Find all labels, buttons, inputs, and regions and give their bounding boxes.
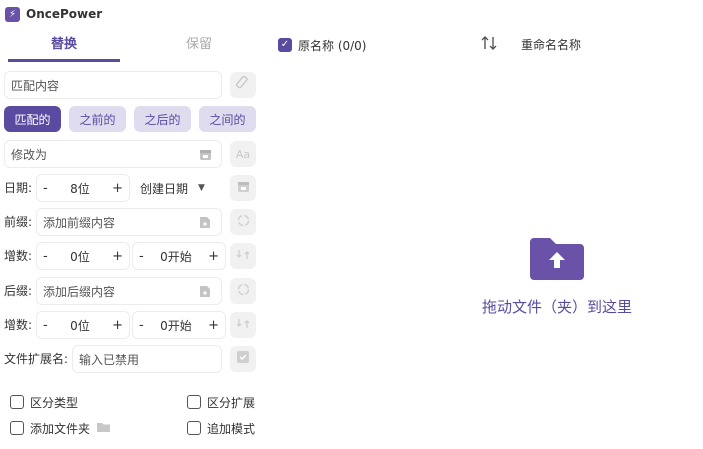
- append-mode-label: 追加模式: [207, 421, 256, 436]
- clear-match-button[interactable]: [230, 72, 256, 98]
- mode-after-button[interactable]: 之后的: [134, 106, 191, 132]
- drop-zone[interactable]: 拖动文件（夹）到这里: [470, 236, 644, 326]
- prefix-increment-row: 增数: - 0位 + - 0开始 +: [4, 242, 258, 270]
- distinguish-type-label: 区分类型: [30, 395, 79, 410]
- suffix-digits-value: 0位: [70, 318, 90, 333]
- suffix-digits-increment-button[interactable]: +: [112, 318, 123, 333]
- date-label: 日期:: [4, 181, 33, 195]
- prefix-start-value: 0开始: [160, 249, 192, 264]
- date-row: 日期: - 8位 + 创建日期 ▼: [4, 174, 258, 202]
- mode-matched-button[interactable]: 匹配的: [4, 106, 61, 132]
- suffix-start-increment-button[interactable]: +: [208, 318, 219, 333]
- prefix-digits-value: 0位: [70, 249, 90, 264]
- date-decrement-button[interactable]: -: [43, 181, 48, 196]
- calendar-icon: [237, 180, 250, 197]
- app-title: OncePower: [26, 7, 103, 21]
- prefix-start-decrement-button[interactable]: -: [139, 249, 144, 264]
- insert-date-button[interactable]: [230, 175, 256, 201]
- file-icon[interactable]: [198, 215, 212, 229]
- swap-icon: [236, 247, 251, 266]
- append-mode-checkbox[interactable]: 追加模式: [187, 419, 255, 437]
- suffix-input[interactable]: 添加后缀内容: [36, 277, 222, 305]
- extension-input-placeholder: 输入已禁用: [79, 352, 140, 367]
- sort-icon[interactable]: [480, 34, 498, 56]
- mode-before-button[interactable]: 之前的: [69, 106, 126, 132]
- suffix-start-stepper[interactable]: - 0开始 +: [132, 311, 226, 339]
- file-icon[interactable]: [198, 284, 212, 298]
- extension-enable-toggle[interactable]: [230, 346, 256, 372]
- suffix-sort-button[interactable]: [230, 312, 256, 338]
- add-folder-label: 添加文件夹: [30, 421, 91, 436]
- modify-input-placeholder: 修改为: [11, 147, 48, 162]
- modify-input[interactable]: 修改为: [4, 140, 222, 168]
- refresh-prefix-button[interactable]: [230, 209, 256, 235]
- drop-hint-text: 拖动文件（夹）到这里: [481, 298, 632, 316]
- suffix-digits-stepper[interactable]: - 0位 +: [36, 311, 130, 339]
- refresh-icon: [236, 282, 251, 301]
- check-square-icon: [236, 350, 250, 368]
- suffix-increment-label: 增数:: [4, 318, 33, 332]
- extension-label: 文件扩展名:: [4, 352, 69, 366]
- add-folder-checkbox[interactable]: 添加文件夹: [10, 419, 111, 437]
- date-type-select[interactable]: 创建日期 ▼: [140, 174, 205, 202]
- suffix-start-value: 0开始: [160, 318, 192, 333]
- prefix-start-stepper[interactable]: - 0开始 +: [132, 242, 226, 270]
- prefix-increment-label: 增数:: [4, 249, 33, 263]
- mode-tabs: 替换 保留: [4, 32, 258, 62]
- match-row: 匹配内容: [4, 71, 258, 99]
- tab-replace[interactable]: 替换: [8, 32, 120, 62]
- refresh-suffix-button[interactable]: [230, 278, 256, 304]
- rename-name-header: 重命名名称: [521, 38, 582, 52]
- folder-upload-icon[interactable]: [528, 236, 586, 282]
- distinguish-ext-label: 区分扩展: [207, 395, 256, 410]
- prefix-digits-stepper[interactable]: - 0位 +: [36, 242, 130, 270]
- prefix-label: 前缀:: [4, 215, 33, 229]
- prefix-row: 前缀: 添加前缀内容: [4, 208, 258, 236]
- app-logo-icon: ⚡: [5, 6, 20, 22]
- mode-between-button[interactable]: 之间的: [199, 106, 256, 132]
- match-mode-group: 匹配的 之前的 之后的 之间的: [4, 106, 258, 132]
- extension-input[interactable]: 输入已禁用: [72, 345, 222, 373]
- title-bar: ⚡ OncePower: [0, 0, 703, 28]
- prefix-sort-button[interactable]: [230, 243, 256, 269]
- caret-down-icon: ▼: [198, 183, 205, 193]
- date-digits-stepper[interactable]: - 8位 +: [36, 174, 130, 202]
- case-toggle-button[interactable]: Aa: [230, 141, 256, 167]
- folder-icon: [96, 421, 111, 436]
- distinguish-ext-checkbox[interactable]: 区分扩展: [187, 393, 255, 411]
- date-digits-value: 8位: [70, 181, 90, 196]
- match-input[interactable]: 匹配内容: [4, 71, 222, 99]
- distinguish-type-checkbox[interactable]: 区分类型: [10, 393, 78, 411]
- prefix-input-placeholder: 添加前缀内容: [43, 215, 116, 230]
- suffix-digits-decrement-button[interactable]: -: [43, 318, 48, 333]
- suffix-row: 后缀: 添加后缀内容: [4, 277, 258, 305]
- checkbox-box: [10, 395, 24, 409]
- checkbox-box: [10, 421, 24, 435]
- date-increment-button[interactable]: +: [112, 181, 123, 196]
- tab-keep[interactable]: 保留: [143, 32, 255, 62]
- suffix-start-decrement-button[interactable]: -: [139, 318, 144, 333]
- original-name-header[interactable]: ✓ 原名称 (0/0): [278, 36, 367, 54]
- original-name-label: 原名称 (0/0): [298, 38, 367, 53]
- checkbox-box: [187, 421, 201, 435]
- modify-row: 修改为 Aa: [4, 140, 258, 168]
- suffix-increment-row: 增数: - 0位 + - 0开始 +: [4, 311, 258, 339]
- refresh-icon: [236, 213, 251, 232]
- eraser-icon: [235, 75, 250, 94]
- text-case-icon: Aa: [235, 147, 251, 161]
- select-all-checkbox[interactable]: ✓: [278, 38, 292, 52]
- suffix-input-placeholder: 添加后缀内容: [43, 284, 116, 299]
- extension-row: 文件扩展名: 输入已禁用: [4, 345, 258, 373]
- checkbox-box: [187, 395, 201, 409]
- prefix-start-increment-button[interactable]: +: [208, 249, 219, 264]
- calendar-icon[interactable]: [198, 147, 212, 161]
- date-type-value: 创建日期: [140, 181, 189, 196]
- prefix-digits-increment-button[interactable]: +: [112, 249, 123, 264]
- match-input-placeholder: 匹配内容: [11, 78, 60, 93]
- swap-icon: [236, 316, 251, 335]
- rename-options-panel: 替换 保留 匹配内容 匹配的 之前的 之后的 之间的 修改为 Aa 日期: - …: [0, 28, 262, 449]
- prefix-digits-decrement-button[interactable]: -: [43, 249, 48, 264]
- suffix-label: 后缀:: [4, 284, 33, 298]
- prefix-input[interactable]: 添加前缀内容: [36, 208, 222, 236]
